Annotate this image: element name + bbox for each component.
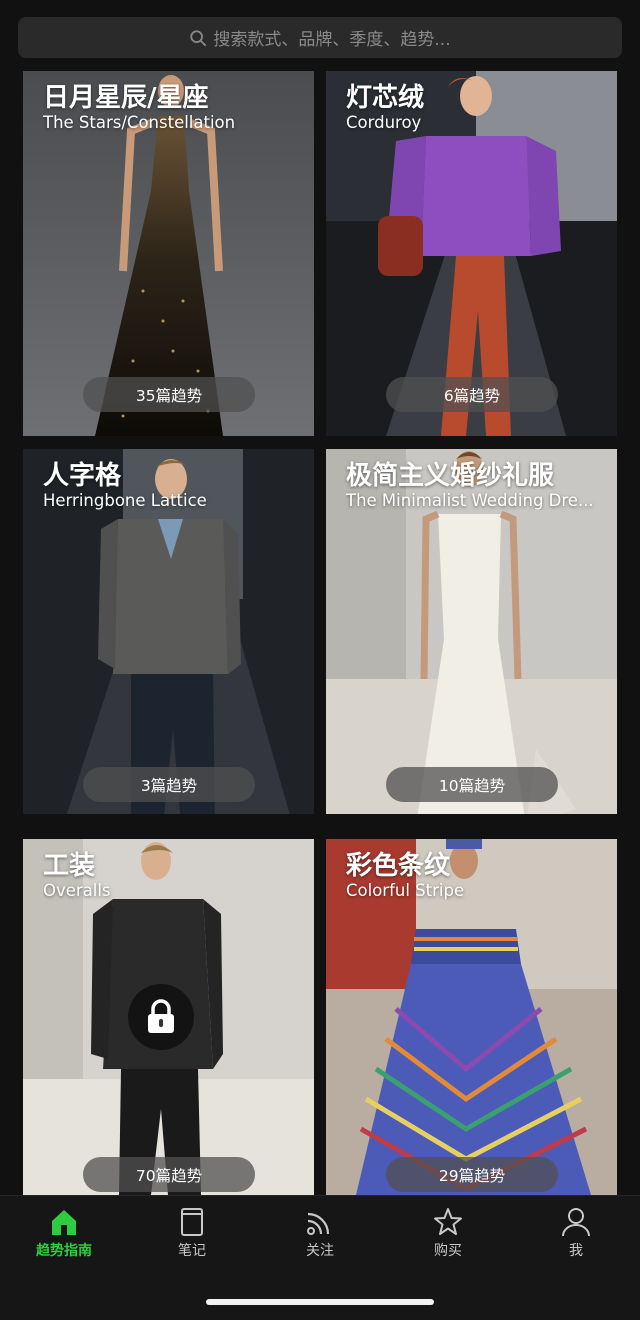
trend-card-overalls[interactable]: 工装 Overalls 70篇趋势	[23, 839, 314, 1195]
tab-trend-guide[interactable]: 趋势指南	[0, 1206, 128, 1266]
trend-card-herringbone[interactable]: 人字格 Herringbone Lattice 3篇趋势	[23, 449, 314, 814]
tab-label: 趋势指南	[36, 1243, 92, 1259]
lock-icon[interactable]	[128, 984, 194, 1050]
tab-label: 关注	[306, 1243, 334, 1259]
rss-icon	[307, 1212, 330, 1235]
tab-label: 笔记	[178, 1243, 206, 1259]
tab-label: 我	[569, 1243, 583, 1259]
card-subtitle: Overalls	[43, 881, 111, 900]
search-placeholder: 搜索款式、品牌、季度、趋势...	[213, 30, 451, 50]
notebook-icon	[181, 1208, 203, 1236]
search-icon	[190, 29, 207, 46]
star-icon	[434, 1208, 462, 1235]
trend-count-badge: 10篇趋势	[386, 767, 558, 802]
trend-count-badge: 29篇趋势	[386, 1157, 558, 1192]
trend-card-corduroy[interactable]: 灯芯绒 Corduroy 6篇趋势	[326, 71, 617, 436]
home-indicator[interactable]	[206, 1299, 434, 1305]
tab-label: 购买	[434, 1243, 462, 1259]
card-title: 工装	[43, 851, 96, 881]
trend-count-badge: 3篇趋势	[83, 767, 255, 802]
card-title: 彩色条纹	[346, 851, 451, 881]
trend-grid: 日月星辰/星座 The Stars/Constellation 35篇趋势 灯芯…	[0, 0, 640, 1195]
trend-card-minimalist-wedding[interactable]: 极简主义婚纱礼服 The Minimalist Wedding Dre... 1…	[326, 449, 617, 814]
user-icon	[562, 1208, 590, 1237]
trend-card-stars[interactable]: 日月星辰/星座 The Stars/Constellation 35篇趋势	[23, 71, 314, 436]
card-subtitle: Colorful Stripe	[346, 881, 465, 900]
card-title: 人字格	[43, 461, 122, 491]
trend-card-colorful-stripe[interactable]: 彩色条纹 Colorful Stripe 29篇趋势	[326, 839, 617, 1195]
tab-buy[interactable]: 购买	[384, 1206, 512, 1266]
card-subtitle: Corduroy	[346, 113, 422, 132]
trend-count-badge: 35篇趋势	[83, 377, 255, 412]
card-subtitle: The Stars/Constellation	[43, 113, 236, 132]
tab-me[interactable]: 我	[512, 1206, 640, 1266]
tab-follow[interactable]: 关注	[256, 1206, 384, 1266]
card-title: 极简主义婚纱礼服	[346, 461, 555, 491]
card-title: 灯芯绒	[346, 83, 425, 113]
home-icon	[52, 1210, 76, 1235]
tab-notes[interactable]: 笔记	[128, 1206, 256, 1266]
search-input[interactable]: 搜索款式、品牌、季度、趋势...	[18, 17, 622, 58]
trend-count-badge: 70篇趋势	[83, 1157, 255, 1192]
trend-count-badge: 6篇趋势	[386, 377, 558, 412]
card-subtitle: Herringbone Lattice	[43, 491, 207, 510]
card-title: 日月星辰/星座	[43, 83, 209, 113]
card-subtitle: The Minimalist Wedding Dre...	[346, 491, 594, 510]
